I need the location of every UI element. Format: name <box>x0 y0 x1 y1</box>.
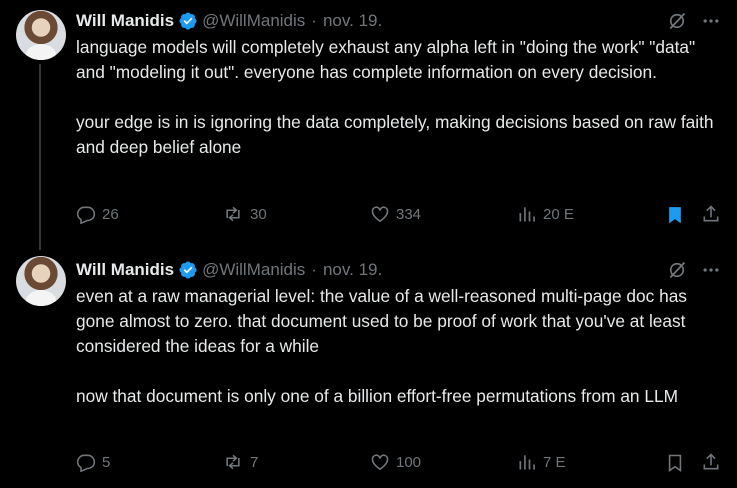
more-icon[interactable] <box>701 11 721 31</box>
avatar[interactable] <box>16 256 66 306</box>
bookmark-icon <box>668 454 682 473</box>
action-bar: 5 7 100 7 E <box>76 452 721 476</box>
verified-badge-icon <box>179 261 197 279</box>
tweet[interactable]: Will Manidis @WillManidis · nov. 19. lan… <box>0 0 737 250</box>
reply-icon <box>76 206 96 224</box>
tweet-header: Will Manidis @WillManidis · nov. 19. <box>76 9 721 33</box>
repost-icon <box>226 454 240 470</box>
like-count: 100 <box>396 453 422 471</box>
like-button[interactable]: 334 <box>370 204 421 224</box>
share-icon <box>703 205 719 222</box>
views-count: 7 E <box>543 453 566 471</box>
share-button[interactable] <box>701 452 721 472</box>
separator: · <box>311 11 317 30</box>
repost-count: 30 <box>250 205 267 223</box>
like-icon <box>371 454 389 471</box>
reply-icon <box>76 454 96 472</box>
action-bar: 26 30 334 20 E <box>76 204 721 228</box>
reply-count: 26 <box>102 205 119 223</box>
tweet-date[interactable]: nov. 19. <box>323 11 382 31</box>
author-name[interactable]: Will Manidis <box>76 11 174 31</box>
grok-icon[interactable] <box>667 260 687 280</box>
share-button[interactable] <box>701 204 721 224</box>
bookmark-button[interactable] <box>665 204 685 226</box>
views-button[interactable]: 7 E <box>517 452 566 472</box>
like-count: 334 <box>396 205 422 223</box>
views-count: 20 E <box>543 205 574 223</box>
tweet-text: even at a raw managerial level: the valu… <box>76 286 687 406</box>
thread-line <box>39 64 41 250</box>
tweet[interactable]: Will Manidis @WillManidis · nov. 19. eve… <box>0 250 737 488</box>
repost-button[interactable]: 7 <box>222 452 258 472</box>
repost-count: 7 <box>250 453 259 471</box>
views-button[interactable]: 20 E <box>517 204 574 224</box>
separator: · <box>311 260 317 279</box>
repost-button[interactable]: 30 <box>222 204 267 224</box>
views-icon <box>519 455 535 470</box>
like-button[interactable]: 100 <box>370 452 421 472</box>
reply-button[interactable]: 5 <box>76 452 110 472</box>
bookmark-button[interactable] <box>665 452 685 474</box>
bookmark-icon <box>669 207 681 224</box>
tweet-text: language models will completely exhaust … <box>76 37 714 157</box>
share-icon <box>703 453 719 470</box>
views-icon <box>519 207 535 222</box>
author-name[interactable]: Will Manidis <box>76 260 174 280</box>
verified-badge-icon <box>179 12 197 30</box>
tweet-header: Will Manidis @WillManidis · nov. 19. <box>76 258 721 282</box>
more-icon[interactable] <box>701 260 721 280</box>
reply-count: 5 <box>102 453 111 471</box>
like-icon <box>371 206 389 223</box>
repost-icon <box>226 206 240 222</box>
grok-icon[interactable] <box>667 11 687 31</box>
author-handle[interactable]: @WillManidis <box>202 260 305 280</box>
tweet-date[interactable]: nov. 19. <box>323 260 382 280</box>
reply-button[interactable]: 26 <box>76 204 119 224</box>
avatar[interactable] <box>16 10 66 60</box>
author-handle[interactable]: @WillManidis <box>202 11 305 31</box>
